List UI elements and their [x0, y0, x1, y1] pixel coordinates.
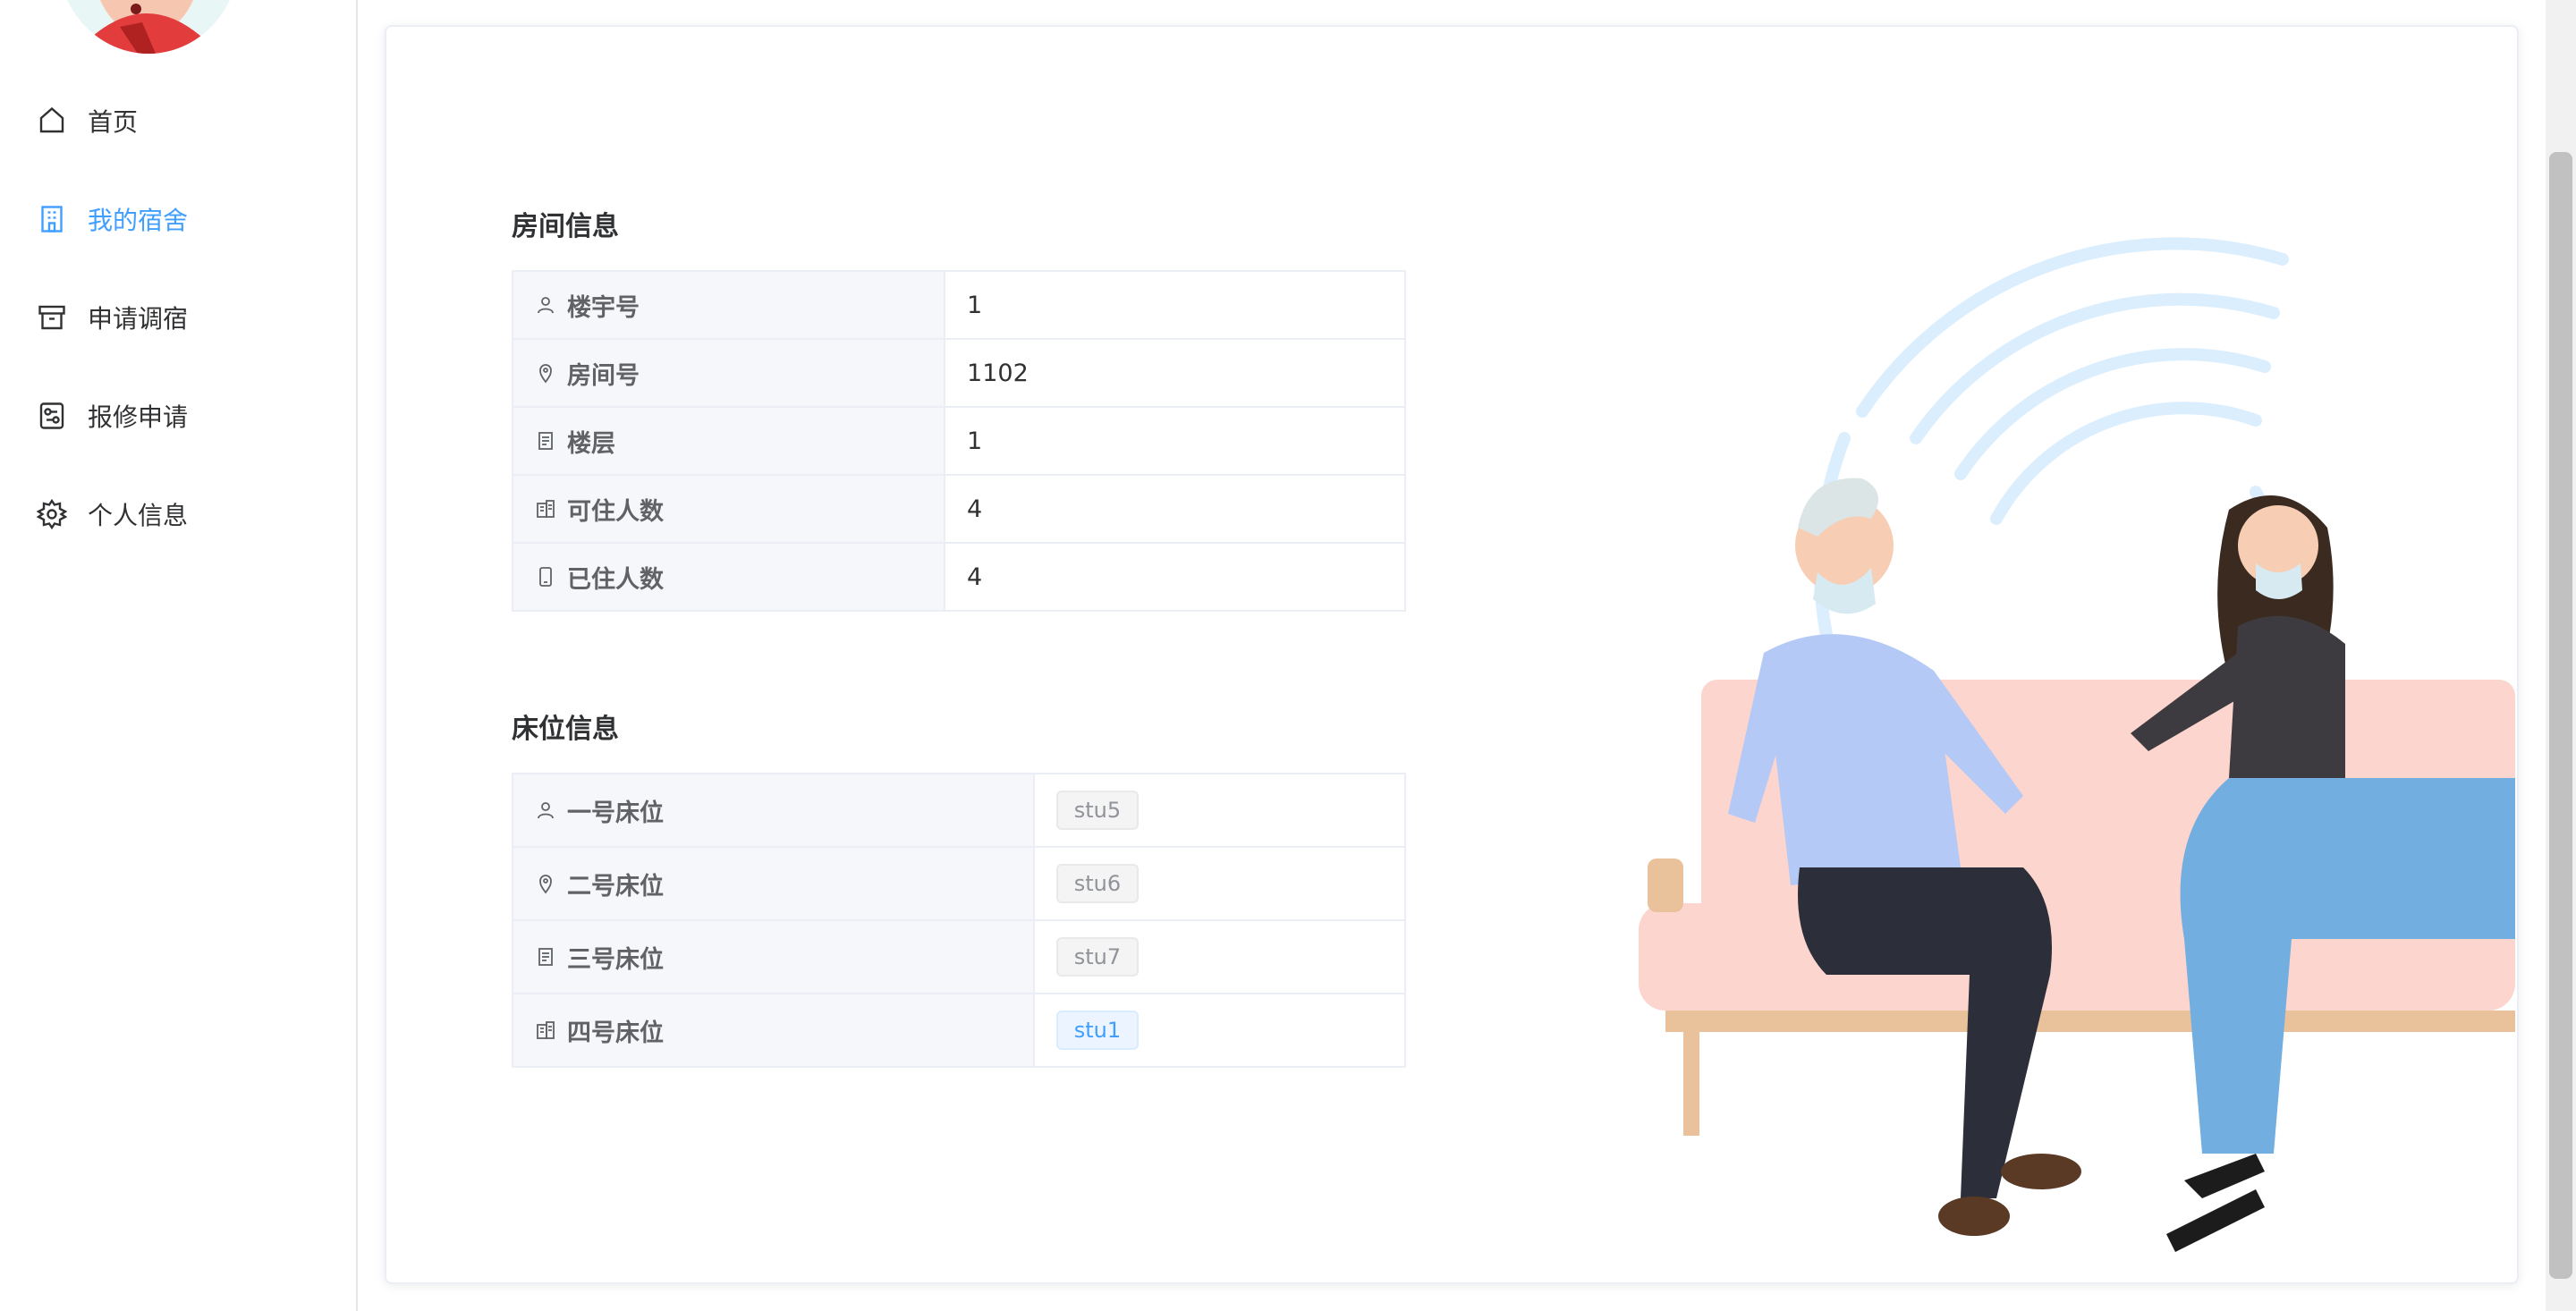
room-info-title: 房间信息 [512, 211, 619, 242]
label-text: 房间号 [567, 361, 640, 390]
sidebar-item-apply-transfer[interactable]: 申请调宿 [0, 268, 356, 367]
main-card: 房间信息 楼宇号 1 房间号 1102 楼层 1 可住人数 4 已住人数 4 床… [385, 25, 2519, 1284]
sidebar-item-label: 申请调宿 [88, 304, 189, 334]
page-scrollbar[interactable] [2546, 0, 2576, 1311]
location-icon [539, 875, 552, 894]
student-tag: stu7 [1055, 937, 1140, 977]
table-row: 一号床位 stu5 [512, 773, 1407, 848]
room-value-cell: 1102 [944, 338, 1406, 408]
sidebar-item-profile[interactable]: 个人信息 [0, 465, 356, 563]
office-building-icon [537, 500, 555, 518]
sidebar-item-label: 个人信息 [88, 501, 189, 530]
sidebar-item-my-dorm[interactable]: 我的宿舍 [0, 170, 356, 268]
room-label-cell: 楼宇号 [511, 270, 946, 340]
label-text: 一号床位 [567, 799, 664, 827]
table-row: 楼宇号 1 [511, 270, 1406, 340]
table-row: 房间号 1102 [511, 338, 1406, 408]
label-text: 楼宇号 [567, 293, 640, 322]
bed-info-table: 一号床位 stu5 二号床位 stu6 三号床位 stu7 四号床位 stu1 [512, 773, 1407, 1068]
location-icon [539, 364, 552, 384]
room-value-cell: 1 [944, 406, 1406, 476]
bed-label-cell: 二号床位 [512, 846, 1035, 921]
sidebar-item-label: 我的宿舍 [88, 206, 189, 235]
label-text: 已住人数 [567, 565, 664, 594]
room-value-cell: 4 [944, 542, 1406, 612]
room-value-cell: 4 [944, 474, 1406, 544]
app: 首页 我的宿舍 申请调宿 报修申请 个人信息 房间信息 楼宇号 1 房间号 11… [0, 0, 2576, 1311]
table-row: 已住人数 4 [511, 542, 1406, 612]
student-tag: stu6 [1055, 864, 1140, 903]
bed-label-cell: 四号床位 [512, 993, 1035, 1068]
label-text: 楼层 [567, 429, 615, 458]
room-label-cell: 已住人数 [511, 542, 946, 612]
label-text: 三号床位 [567, 945, 664, 974]
bed-label-cell: 一号床位 [512, 773, 1035, 848]
table-row: 二号床位 stu6 [512, 846, 1407, 921]
home-icon [36, 105, 68, 137]
sidebar-item-repair[interactable]: 报修申请 [0, 367, 356, 465]
room-label-cell: 房间号 [511, 338, 946, 408]
document-icon [538, 432, 553, 450]
user-icon [538, 802, 554, 819]
table-row: 楼层 1 [511, 406, 1406, 476]
table-row: 四号床位 stu1 [512, 993, 1407, 1068]
illustration [1576, 206, 2517, 1279]
room-label-cell: 可住人数 [511, 474, 946, 544]
table-row: 可住人数 4 [511, 474, 1406, 544]
bed-info-title: 床位信息 [512, 714, 619, 745]
bed-value-cell: stu5 [1032, 773, 1407, 848]
student-tag: stu1 [1055, 1011, 1140, 1050]
room-info-table: 楼宇号 1 房间号 1102 楼层 1 可住人数 4 已住人数 4 [511, 270, 1406, 612]
label-text: 二号床位 [567, 872, 664, 901]
avatar-illustration [57, 0, 240, 54]
sidebar-item-home[interactable]: 首页 [0, 72, 356, 170]
student-tag: stu5 [1055, 791, 1140, 830]
bed-value-cell: stu7 [1032, 919, 1407, 994]
sidebar-item-label: 首页 [88, 107, 139, 137]
mobile-icon [539, 567, 552, 587]
table-row: 三号床位 stu7 [512, 919, 1407, 994]
archive-icon [36, 301, 68, 334]
gear-icon [36, 498, 68, 530]
room-value-cell: 1 [944, 270, 1406, 340]
room-label-cell: 楼层 [511, 406, 946, 476]
people-on-sofa-illustration [1639, 237, 2515, 1252]
bed-value-cell: stu1 [1032, 993, 1407, 1068]
wrench-panel-icon [36, 400, 68, 432]
label-text: 四号床位 [567, 1019, 664, 1047]
building-icon [36, 203, 68, 235]
document-icon [538, 948, 553, 966]
user-icon [538, 297, 554, 314]
sidebar-item-label: 报修申请 [88, 402, 189, 432]
bed-label-cell: 三号床位 [512, 919, 1035, 994]
avatar[interactable] [57, 0, 240, 54]
scrollbar-thumb[interactable] [2549, 152, 2572, 1279]
sidebar: 首页 我的宿舍 申请调宿 报修申请 个人信息 [0, 0, 358, 1311]
label-text: 可住人数 [567, 497, 664, 526]
office-building-icon [537, 1021, 555, 1039]
bed-value-cell: stu6 [1032, 846, 1407, 921]
